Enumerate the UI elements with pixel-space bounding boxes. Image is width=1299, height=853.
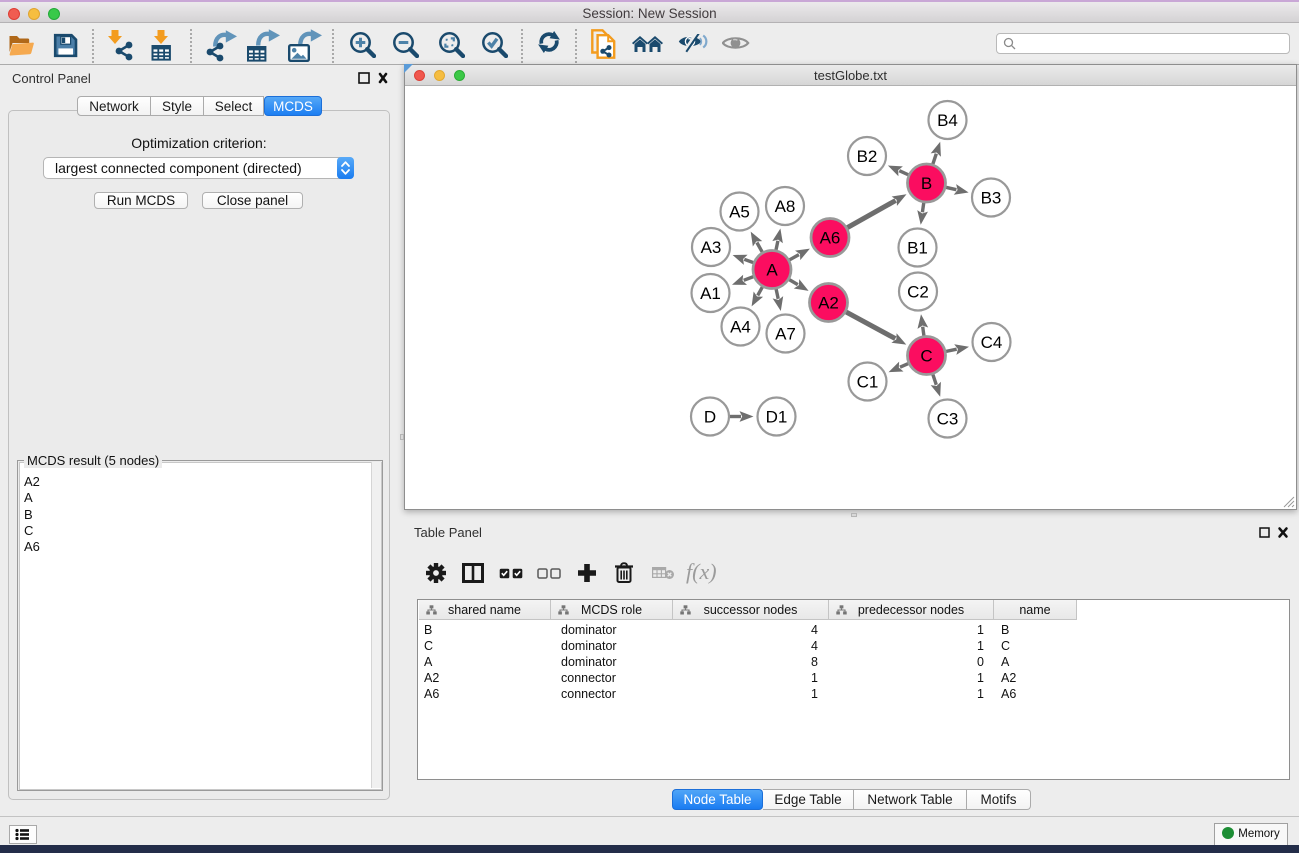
svg-text:C2: C2: [907, 283, 929, 302]
svg-text:B3: B3: [981, 189, 1002, 208]
svg-text:B2: B2: [857, 147, 878, 166]
svg-text:D1: D1: [766, 408, 788, 427]
svg-text:B1: B1: [907, 239, 928, 258]
svg-text:A3: A3: [701, 238, 722, 257]
svg-text:f(x): f(x): [686, 561, 717, 584]
svg-text:A1: A1: [700, 284, 721, 303]
svg-text:A5: A5: [729, 203, 750, 222]
svg-text:A2: A2: [818, 294, 839, 313]
svg-text:A8: A8: [775, 197, 796, 216]
svg-text:C4: C4: [981, 333, 1003, 352]
svg-text:A7: A7: [775, 325, 796, 344]
svg-text:C3: C3: [937, 410, 959, 429]
svg-text:C1: C1: [857, 373, 879, 392]
svg-text:B: B: [921, 174, 932, 193]
svg-text:C: C: [920, 347, 932, 366]
svg-text:A4: A4: [730, 318, 751, 337]
svg-text:A: A: [766, 261, 778, 280]
svg-text:A6: A6: [820, 229, 841, 248]
svg-text:D: D: [704, 408, 716, 427]
svg-text:B4: B4: [937, 111, 958, 130]
